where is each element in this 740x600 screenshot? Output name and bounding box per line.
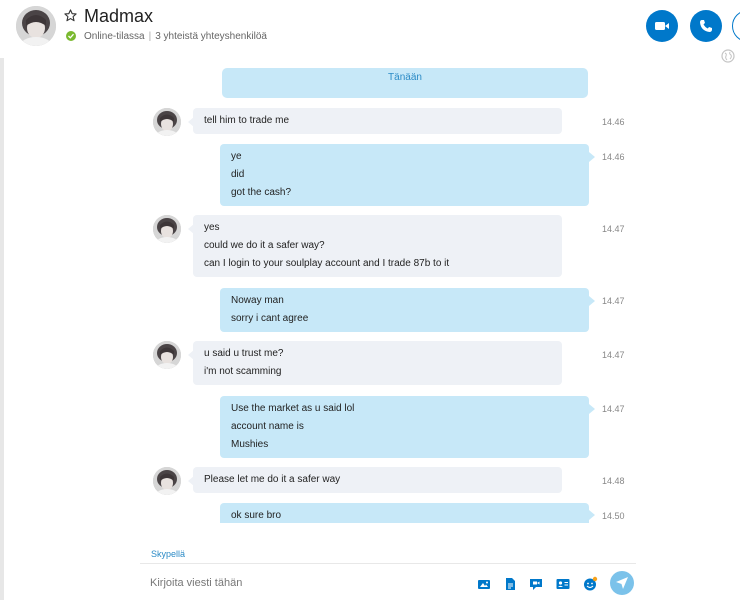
message-bubble-outgoing[interactable]: ye did got the cash?: [220, 144, 589, 206]
online-status-icon: [66, 31, 76, 41]
message-input[interactable]: [150, 574, 450, 592]
message-text: Noway man: [231, 295, 284, 306]
video-message-icon[interactable]: [528, 576, 544, 592]
add-participants-button[interactable]: [732, 10, 740, 42]
message-bubble-incoming[interactable]: Please let me do it a safer way: [193, 467, 562, 493]
video-call-button[interactable]: [646, 10, 678, 42]
message-bubble-incoming[interactable]: tell him to trade me: [193, 108, 562, 134]
message-text: yes: [204, 222, 220, 233]
contact-card-icon[interactable]: [555, 576, 571, 592]
message-text: Mushies: [231, 439, 269, 450]
message-text: ok sure bro: [231, 510, 282, 521]
message-text: tell him to trade me: [204, 115, 290, 126]
send-button[interactable]: [610, 571, 634, 595]
message-bubble-incoming[interactable]: u said u trust me? i'm not scamming: [193, 341, 562, 385]
phone-icon: [700, 20, 712, 32]
conversation-header: Madmax Online-tilassa | 3 yhteistä yhteysh…: [0, 0, 740, 63]
message-text: i'm not scamming: [204, 366, 282, 377]
sender-avatar[interactable]: [153, 467, 181, 495]
message-text: u said u trust me?: [204, 348, 284, 359]
message-bubble-incoming[interactable]: yes could we do it a safer way? can I lo…: [193, 215, 562, 277]
emoticon-icon[interactable]: [582, 576, 598, 592]
message-timestamp: 14.46: [602, 152, 625, 162]
status-text: Online-tilassa: [84, 31, 145, 42]
message-text: account name is: [231, 421, 304, 432]
video-camera-icon: [655, 22, 669, 30]
message-text: can I login to your soulplay account and…: [204, 258, 450, 269]
message-timestamp: 14.47: [602, 224, 625, 234]
message-text: did: [231, 169, 245, 180]
sender-avatar[interactable]: [153, 341, 181, 369]
status-separator: |: [148, 31, 152, 42]
audio-call-button[interactable]: [690, 10, 722, 42]
contact-name[interactable]: Madmax: [84, 6, 153, 27]
composer-divider: [140, 563, 636, 564]
message-timestamp: 14.48: [602, 476, 625, 486]
message-bubble-outgoing[interactable]: Noway man sorry i cant agree: [220, 288, 589, 332]
message-bubble-outgoing[interactable]: ok sure bro: [220, 503, 589, 523]
message-timestamp: 14.47: [602, 296, 625, 306]
file-share-icon[interactable]: [502, 576, 518, 592]
message-bubble-outgoing[interactable]: Use the market as u said lol account nam…: [220, 396, 589, 458]
image-share-icon[interactable]: [476, 576, 492, 592]
message-timestamp: 14.47: [602, 404, 625, 414]
bubble-pointer: [589, 510, 595, 520]
contact-avatar[interactable]: [16, 6, 56, 46]
message-text: Use the market as u said lol: [231, 403, 355, 414]
message-list[interactable]: Tänään tell him to trade me 14.46 ye did…: [0, 58, 740, 523]
message-text: sorry i cant agree: [231, 313, 309, 324]
message-timestamp: 14.47: [602, 350, 625, 360]
message-text: Please let me do it a safer way: [204, 474, 341, 485]
sender-avatar[interactable]: [153, 215, 181, 243]
date-separator: Tänään: [222, 68, 588, 98]
message-text: ye: [231, 151, 242, 162]
favorite-star-icon[interactable]: [64, 9, 77, 22]
message-timestamp: 14.50: [602, 511, 625, 521]
message-text: got the cash?: [231, 187, 292, 198]
message-text: could we do it a safer way?: [204, 240, 325, 251]
message-timestamp: 14.46: [602, 117, 625, 127]
message-via-selector[interactable]: Skypellä: [151, 549, 185, 559]
status-line: Online-tilassa | 3 yhteistä yhteyshenkilöä: [84, 31, 267, 42]
mutual-contacts-link[interactable]: 3 yhteistä yhteyshenkilöä: [155, 31, 267, 42]
bubble-pointer: [589, 296, 595, 306]
sender-avatar[interactable]: [153, 108, 181, 136]
send-arrow-icon: [616, 577, 628, 589]
bubble-pointer: [589, 152, 595, 162]
bubble-pointer: [589, 404, 595, 414]
